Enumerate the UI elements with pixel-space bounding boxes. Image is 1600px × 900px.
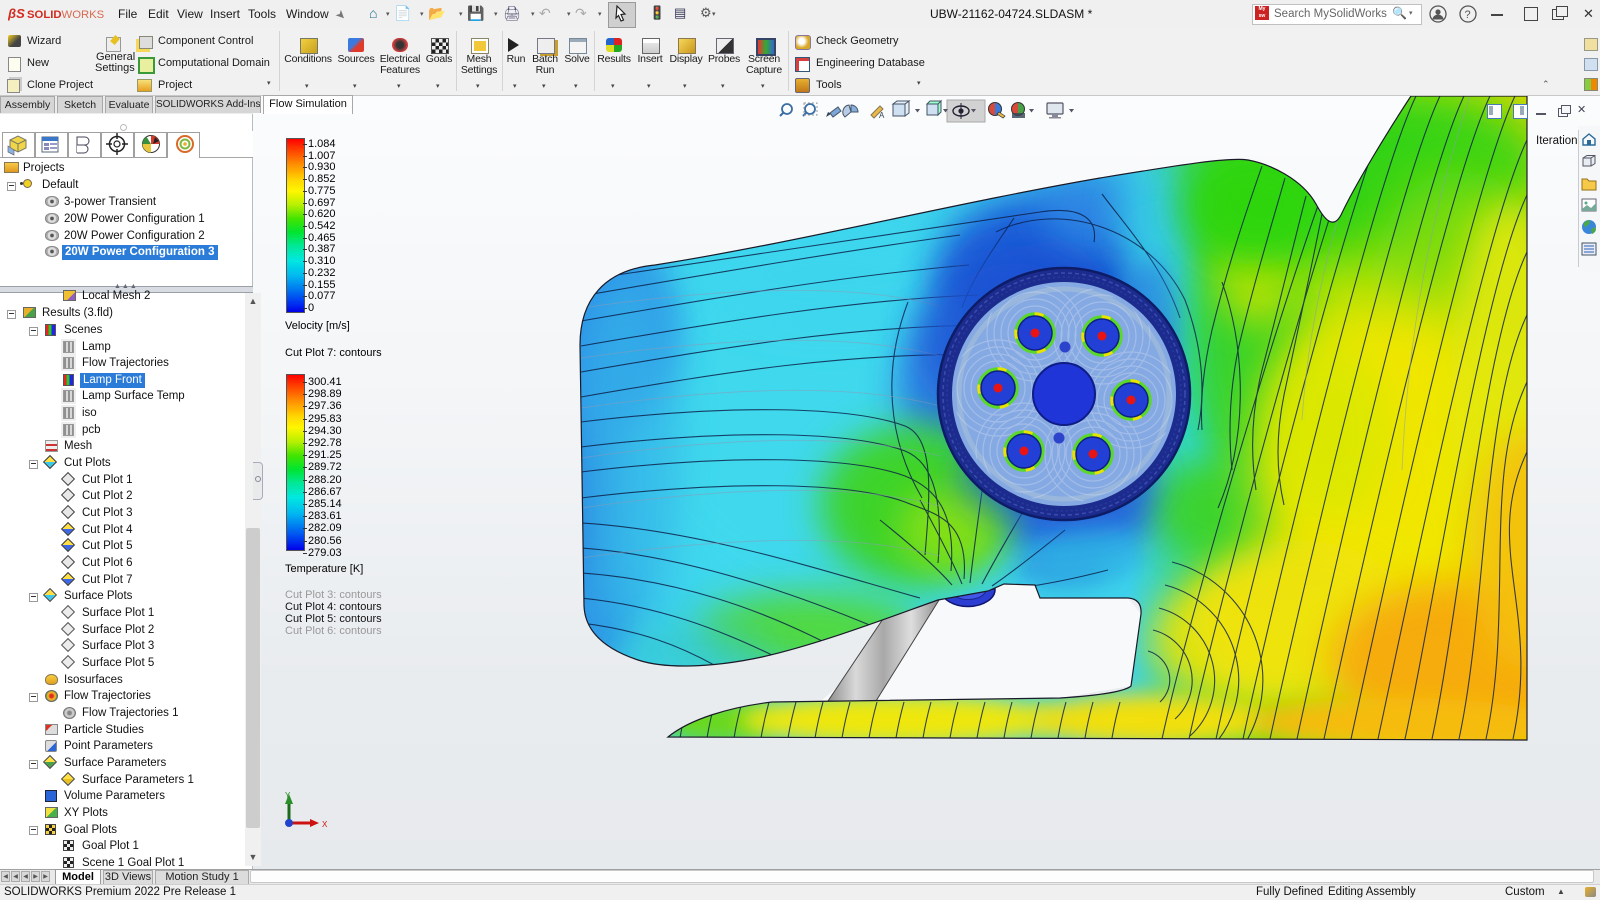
svg-text:SOLIDWORKS: SOLIDWORKS: [27, 9, 105, 21]
svg-text:βS: βS: [8, 6, 25, 21]
svg-text:A: A: [879, 111, 885, 120]
svg-text:?: ?: [1465, 9, 1471, 21]
svg-text:X: X: [322, 820, 328, 829]
svg-text:Y: Y: [285, 791, 291, 800]
